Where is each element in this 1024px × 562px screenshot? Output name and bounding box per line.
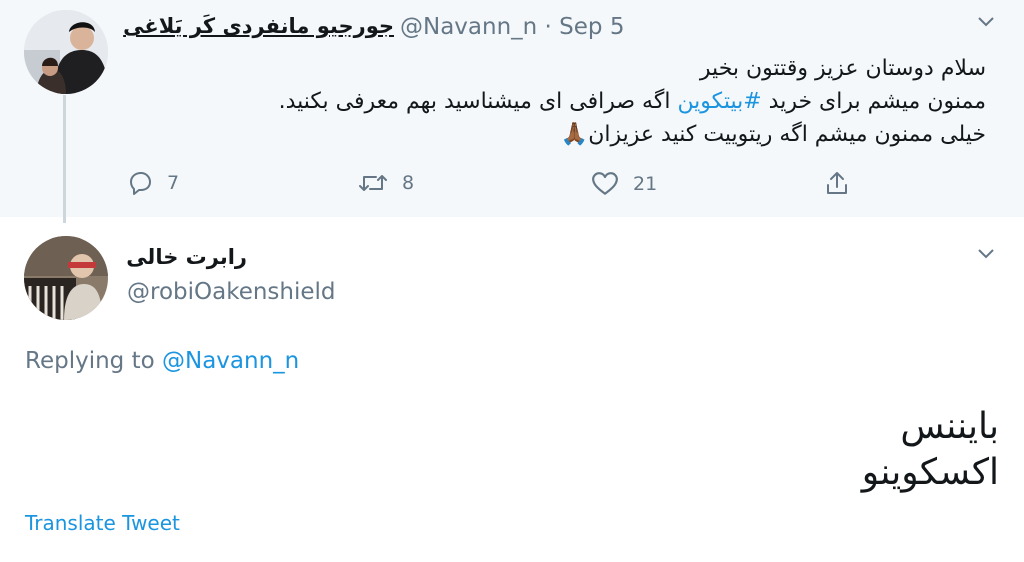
reply-icon bbox=[130, 172, 151, 195]
parent-avatar[interactable] bbox=[24, 10, 108, 94]
reply-button[interactable]: 7 bbox=[127, 170, 179, 196]
like-button[interactable]: 21 bbox=[591, 170, 657, 198]
parent-tweet[interactable]: جورجیو مانفردی کَر یَلاغی @Navann_n · Se… bbox=[0, 0, 1024, 223]
tweet-text-segment: ممنون میشم برای خرید bbox=[761, 89, 986, 114]
parent-display-name[interactable]: جورجیو مانفردی کَر یَلاغی bbox=[123, 14, 394, 38]
reply-count: 7 bbox=[167, 172, 180, 194]
tweet-line: ممنون میشم برای خرید #بیتکوین اگه صرافی … bbox=[186, 85, 986, 118]
share-button[interactable] bbox=[824, 170, 850, 196]
parent-handle-date[interactable]: @Navann_n · Sep 5 bbox=[400, 14, 624, 40]
retweet-button[interactable]: 8 bbox=[358, 170, 414, 196]
retweet-icon bbox=[359, 175, 387, 191]
thread-line bbox=[63, 95, 66, 223]
hashtag-link[interactable]: #بیتکوین bbox=[677, 89, 761, 114]
reply-avatar[interactable] bbox=[24, 236, 108, 320]
like-count: 21 bbox=[633, 173, 658, 195]
translate-tweet-link[interactable]: Translate Tweet bbox=[25, 511, 180, 535]
like-icon bbox=[592, 172, 618, 195]
tweet-text-segment: اگه صرافی ای میشناسید بهم معرفی بکنید. bbox=[278, 89, 678, 114]
chevron-down-icon[interactable] bbox=[976, 12, 996, 32]
reply-tweet-text: بایننس اکسکوینو bbox=[862, 404, 999, 496]
share-icon bbox=[827, 172, 847, 194]
reply-display-name[interactable]: رابرت خالی bbox=[126, 245, 247, 269]
tweet-line: سلام دوستان عزیز وقتتون بخیر bbox=[699, 56, 986, 81]
reply-handle[interactable]: @robiOakenshield bbox=[127, 279, 336, 305]
chevron-down-icon[interactable] bbox=[976, 244, 996, 264]
parent-tweet-text: سلام دوستان عزیز وقتتون بخیر ممنون میشم … bbox=[186, 52, 986, 151]
replying-to: Replying to @Navann_n bbox=[25, 348, 299, 374]
tweet-line: اکسکوینو bbox=[861, 452, 999, 493]
tweet-line: خیلی ممنون میشم اگه ریتوییت کنید عزیزان🙏… bbox=[560, 122, 986, 147]
replying-label: Replying to bbox=[25, 348, 155, 374]
tweet-line: بایننس bbox=[900, 406, 999, 447]
replying-to-handle[interactable]: @Navann_n bbox=[162, 348, 299, 374]
retweet-count: 8 bbox=[402, 172, 415, 194]
